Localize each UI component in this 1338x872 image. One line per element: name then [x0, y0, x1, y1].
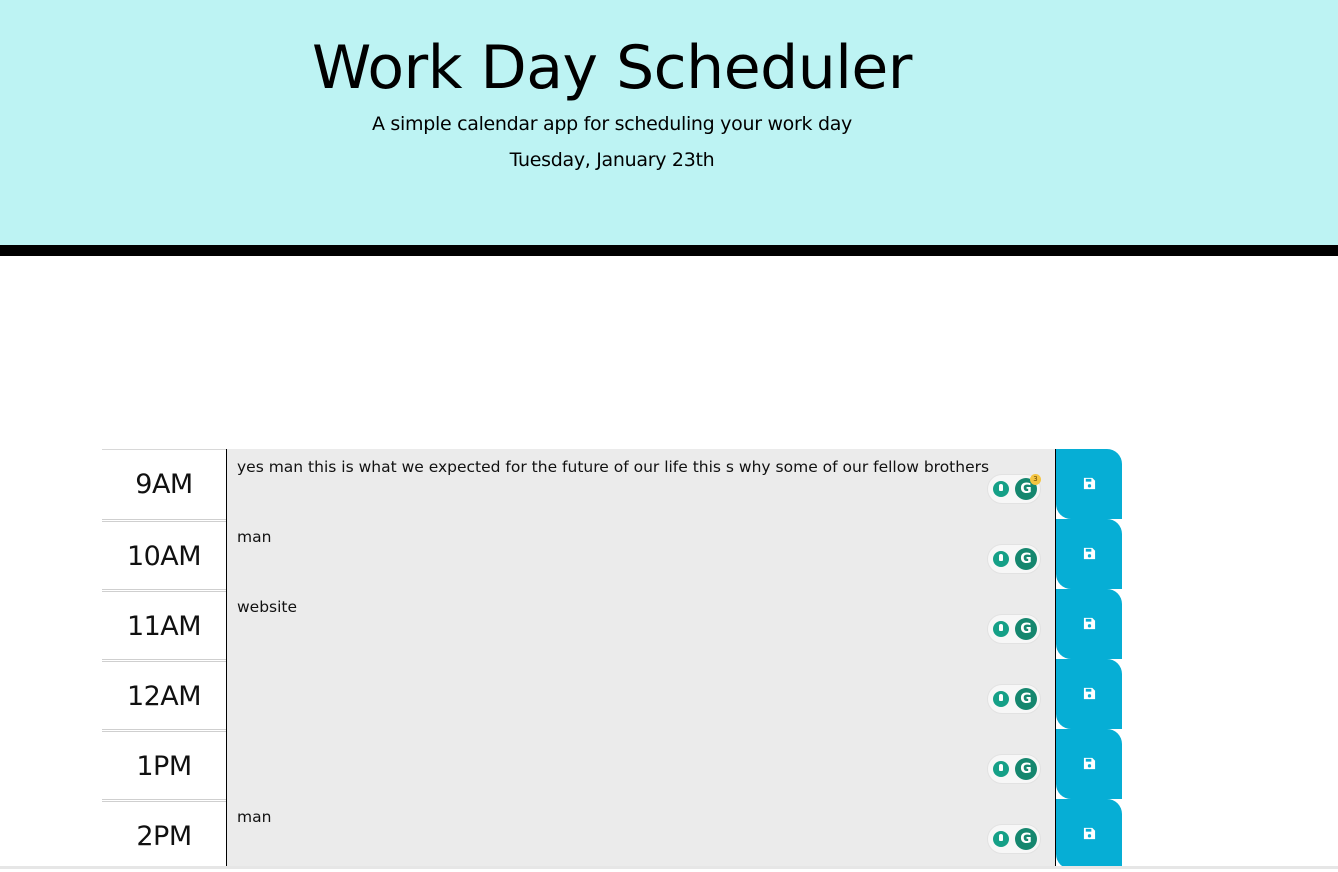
grammarly-g-icon[interactable]: G	[1015, 688, 1037, 710]
hour-label: 2PM	[102, 799, 226, 869]
grammarly-g-icon[interactable]: G	[1015, 758, 1037, 780]
description-textarea[interactable]: yes man this is what we expected for the…	[226, 449, 1056, 519]
time-block-9am: 9AM yes man this is what we expected for…	[102, 449, 1122, 519]
lightbulb-icon[interactable]	[993, 481, 1009, 497]
grammarly-widget[interactable]: G	[987, 614, 1041, 644]
description-textarea[interactable]: website G	[226, 589, 1056, 659]
floppy-disk-icon	[1083, 827, 1096, 840]
floppy-disk-icon	[1083, 617, 1096, 630]
current-day: Tuesday, January 23th	[509, 149, 715, 171]
hour-label: 1PM	[102, 729, 226, 799]
save-button[interactable]	[1056, 589, 1122, 659]
floppy-disk-icon	[1083, 687, 1096, 700]
description-textarea[interactable]: man G	[226, 519, 1056, 589]
description-textarea[interactable]: G	[226, 729, 1056, 799]
description-text: man	[237, 808, 272, 826]
lightbulb-icon[interactable]	[993, 691, 1009, 707]
grammarly-widget[interactable]: G	[987, 684, 1041, 714]
save-button[interactable]	[1056, 449, 1122, 519]
grammarly-g-icon[interactable]: G	[1015, 618, 1037, 640]
hour-label: 9AM	[102, 449, 226, 519]
hour-label: 11AM	[102, 589, 226, 659]
save-button[interactable]	[1056, 799, 1122, 869]
grammarly-g-icon[interactable]: G	[1015, 548, 1037, 570]
save-button[interactable]	[1056, 519, 1122, 589]
description-textarea[interactable]: G	[226, 659, 1056, 729]
grammarly-widget[interactable]: G	[987, 754, 1041, 784]
description-text: website	[237, 598, 298, 616]
grammarly-g-icon[interactable]: G	[1015, 828, 1037, 850]
grammarly-widget[interactable]: G 3	[987, 474, 1041, 504]
description-text: yes man this is what we expected for the…	[237, 458, 990, 476]
floppy-disk-icon	[1083, 757, 1096, 770]
lightbulb-icon[interactable]	[993, 831, 1009, 847]
hour-label: 12AM	[102, 659, 226, 729]
lightbulb-icon[interactable]	[993, 551, 1009, 567]
time-block-11am: 11AM website G	[102, 589, 1122, 659]
description-text: man	[237, 528, 272, 546]
time-block-1pm: 1PM G	[102, 729, 1122, 799]
save-button[interactable]	[1056, 729, 1122, 799]
hour-label: 10AM	[102, 519, 226, 589]
floppy-disk-icon	[1083, 547, 1096, 560]
description-textarea[interactable]: man G	[226, 799, 1056, 869]
grammarly-widget[interactable]: G	[987, 824, 1041, 854]
grammarly-alert-badge: 3	[1030, 474, 1041, 485]
floppy-disk-icon	[1083, 477, 1096, 490]
header-jumbotron: Work Day Scheduler A simple calendar app…	[0, 0, 1338, 256]
page-title: Work Day Scheduler	[312, 33, 912, 103]
time-block-2pm: 2PM man G	[102, 799, 1122, 869]
time-block-list: 9AM yes man this is what we expected for…	[102, 449, 1122, 869]
grammarly-widget[interactable]: G	[987, 544, 1041, 574]
time-block-12am: 12AM G	[102, 659, 1122, 729]
lightbulb-icon[interactable]	[993, 621, 1009, 637]
time-block-10am: 10AM man G	[102, 519, 1122, 589]
page-subtitle: A simple calendar app for scheduling you…	[371, 113, 853, 135]
save-button[interactable]	[1056, 659, 1122, 729]
lightbulb-icon[interactable]	[993, 761, 1009, 777]
